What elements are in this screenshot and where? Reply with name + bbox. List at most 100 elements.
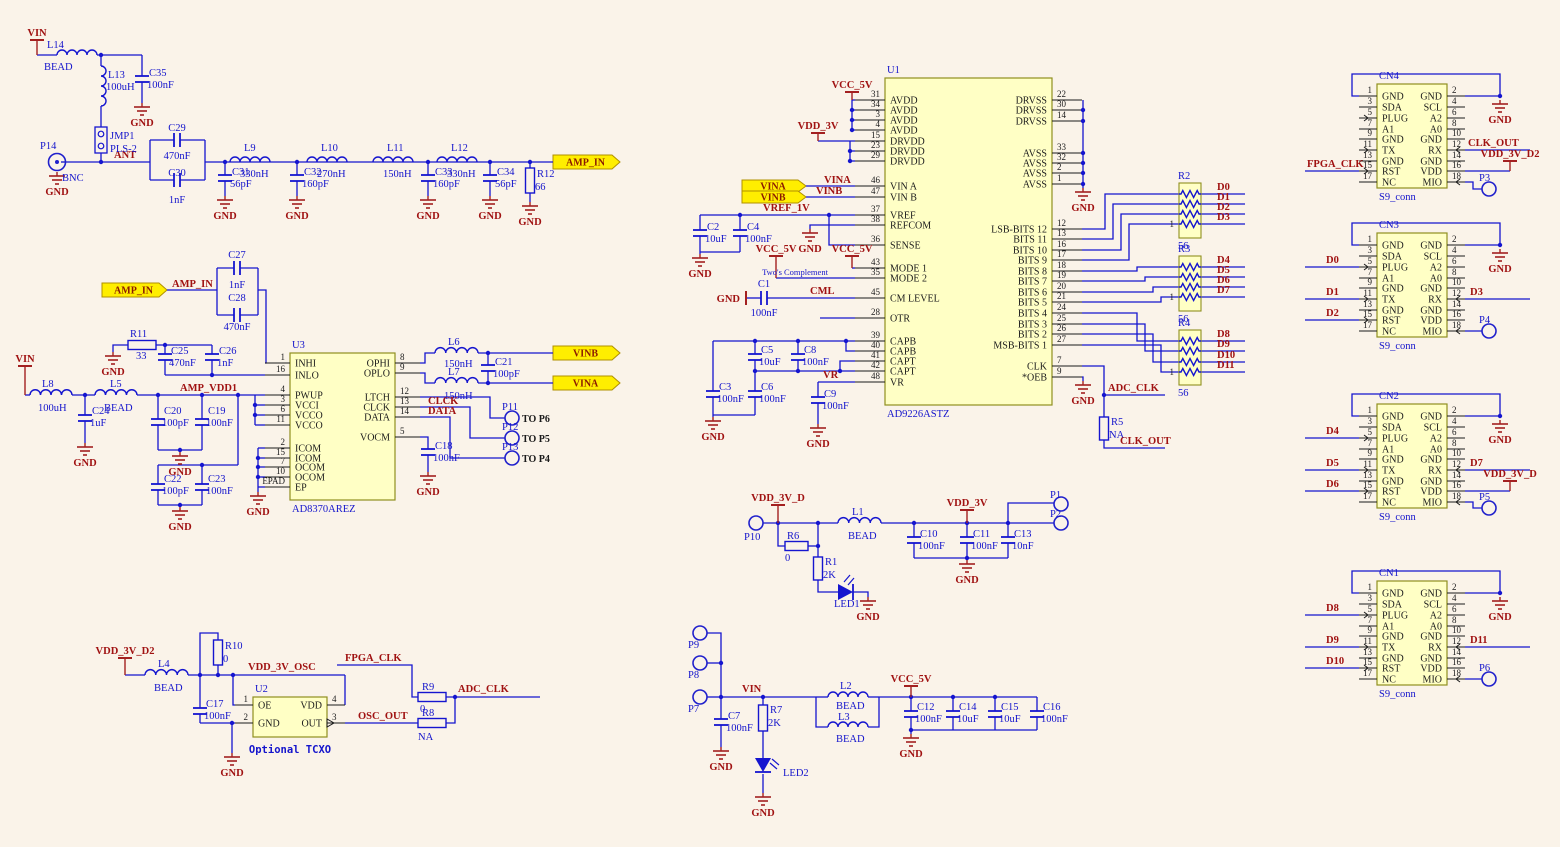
svg-text:L6: L6 bbox=[448, 337, 460, 348]
svg-text:4: 4 bbox=[1452, 245, 1457, 255]
svg-text:1: 1 bbox=[1170, 219, 1175, 229]
svg-text:GND: GND bbox=[518, 217, 542, 228]
svg-text:R8: R8 bbox=[422, 708, 434, 719]
svg-text:18: 18 bbox=[1057, 260, 1067, 270]
svg-text:C6: C6 bbox=[761, 382, 773, 393]
svg-text:D10: D10 bbox=[1326, 656, 1344, 667]
svg-text:U1: U1 bbox=[887, 65, 900, 76]
svg-text:BEAD: BEAD bbox=[104, 403, 133, 414]
svg-text:GND: GND bbox=[1488, 115, 1512, 126]
svg-text:5: 5 bbox=[1368, 256, 1373, 266]
net-flag-amp_in: AMP_IN bbox=[553, 155, 620, 169]
svg-text:9: 9 bbox=[1368, 448, 1373, 458]
text-c27: C27 bbox=[228, 250, 246, 261]
svg-text:470nF: 470nF bbox=[224, 322, 251, 333]
svg-text:GND: GND bbox=[1420, 632, 1442, 643]
svg-text:GND: GND bbox=[130, 118, 154, 129]
svg-text:GND: GND bbox=[246, 507, 270, 518]
svg-text:4: 4 bbox=[876, 119, 881, 129]
svg-text:RST: RST bbox=[1382, 316, 1400, 327]
svg-text:24: 24 bbox=[1057, 302, 1067, 312]
svg-text:GND: GND bbox=[416, 487, 440, 498]
svg-text:TX: TX bbox=[1382, 466, 1396, 477]
svg-text:23: 23 bbox=[871, 140, 881, 150]
svg-text:L9: L9 bbox=[244, 143, 256, 154]
svg-text:R3: R3 bbox=[1178, 244, 1190, 255]
svg-text:P6: P6 bbox=[1479, 663, 1490, 674]
svg-text:160pF: 160pF bbox=[302, 179, 329, 190]
svg-text:SCL: SCL bbox=[1424, 252, 1442, 263]
svg-text:20: 20 bbox=[1057, 281, 1067, 291]
svg-text:CLK_OUT: CLK_OUT bbox=[1120, 436, 1171, 447]
svg-text:4: 4 bbox=[281, 384, 286, 394]
svg-text:C25: C25 bbox=[171, 346, 189, 357]
svg-text:R9: R9 bbox=[422, 682, 434, 693]
svg-text:FPGA_CLK: FPGA_CLK bbox=[1307, 159, 1364, 170]
svg-text:AVSS: AVSS bbox=[1023, 180, 1047, 191]
svg-text:DRVDD: DRVDD bbox=[890, 157, 925, 168]
svg-text:GND: GND bbox=[1382, 632, 1404, 643]
svg-text:8: 8 bbox=[1452, 438, 1457, 448]
svg-text:GND: GND bbox=[1382, 455, 1404, 466]
svg-text:GND: GND bbox=[1382, 241, 1404, 252]
svg-text:D11: D11 bbox=[1217, 360, 1235, 371]
svg-text:D8: D8 bbox=[1326, 603, 1339, 614]
svg-text:GND: GND bbox=[806, 439, 830, 450]
svg-text:16: 16 bbox=[1452, 309, 1462, 319]
svg-text:R11: R11 bbox=[130, 329, 147, 340]
svg-text:BEAD: BEAD bbox=[44, 62, 73, 73]
svg-text:GND: GND bbox=[1420, 412, 1442, 423]
svg-text:C30: C30 bbox=[168, 168, 186, 179]
svg-text:P11: P11 bbox=[502, 402, 518, 413]
svg-text:BNC: BNC bbox=[62, 173, 84, 184]
svg-text:D2: D2 bbox=[1326, 308, 1339, 319]
svg-text:R5: R5 bbox=[1111, 417, 1123, 428]
svg-text:C29: C29 bbox=[168, 123, 186, 134]
svg-text:470nF: 470nF bbox=[164, 151, 191, 162]
svg-text:D0: D0 bbox=[1326, 255, 1339, 266]
svg-text:2: 2 bbox=[281, 437, 286, 447]
svg-text:TX: TX bbox=[1382, 295, 1396, 306]
svg-text:GND: GND bbox=[1071, 396, 1095, 407]
svg-text:100nF: 100nF bbox=[1041, 714, 1068, 725]
svg-text:NC: NC bbox=[1382, 498, 1396, 509]
svg-text:REFCOM: REFCOM bbox=[890, 221, 931, 232]
svg-text:1: 1 bbox=[281, 352, 286, 362]
svg-text:13: 13 bbox=[1057, 228, 1067, 238]
svg-text:22: 22 bbox=[1057, 89, 1066, 99]
svg-text:6: 6 bbox=[1452, 604, 1457, 614]
svg-text:GND: GND bbox=[1420, 589, 1442, 600]
svg-text:GND: GND bbox=[220, 768, 244, 779]
svg-text:GND: GND bbox=[478, 211, 502, 222]
svg-text:8: 8 bbox=[1452, 267, 1457, 277]
svg-text:VIN A: VIN A bbox=[890, 182, 918, 193]
svg-text:38: 38 bbox=[871, 214, 881, 224]
svg-text:6: 6 bbox=[1452, 107, 1457, 117]
svg-text:DATA: DATA bbox=[428, 406, 457, 417]
svg-text:9: 9 bbox=[400, 362, 405, 372]
svg-text:GND: GND bbox=[688, 269, 712, 280]
svg-text:2: 2 bbox=[1057, 162, 1062, 172]
svg-text:100nF: 100nF bbox=[726, 723, 753, 734]
svg-text:MIO: MIO bbox=[1423, 178, 1442, 189]
svg-text:S9_conn: S9_conn bbox=[1379, 192, 1417, 203]
text-100nf: 100nF bbox=[751, 308, 778, 319]
svg-text:P13: P13 bbox=[502, 442, 518, 453]
svg-text:10: 10 bbox=[1452, 128, 1462, 138]
svg-text:AD9226ASTZ: AD9226ASTZ bbox=[887, 409, 949, 420]
svg-text:VCC_5V: VCC_5V bbox=[832, 244, 873, 255]
svg-text:37: 37 bbox=[871, 204, 881, 214]
svg-text:100nF: 100nF bbox=[751, 308, 778, 319]
text-to-p4: TO P4 bbox=[522, 454, 550, 465]
svg-text:INLO: INLO bbox=[295, 371, 319, 382]
svg-text:4: 4 bbox=[332, 694, 337, 704]
svg-text:GND: GND bbox=[1488, 612, 1512, 623]
svg-text:R2: R2 bbox=[1178, 171, 1190, 182]
svg-text:GND: GND bbox=[701, 432, 725, 443]
svg-text:*OEB: *OEB bbox=[1022, 373, 1047, 384]
svg-text:GND: GND bbox=[751, 808, 775, 819]
svg-text:2K: 2K bbox=[823, 570, 836, 581]
svg-text:PLUG: PLUG bbox=[1382, 114, 1408, 125]
svg-text:TO P5: TO P5 bbox=[522, 434, 550, 445]
svg-text:PLUG: PLUG bbox=[1382, 434, 1408, 445]
